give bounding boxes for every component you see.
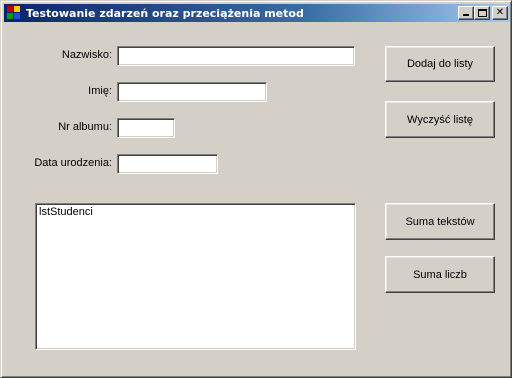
title-bar[interactable]: Testowanie zdarzeń oraz przeciążenia met…	[4, 4, 510, 22]
app-icon-cell	[7, 13, 13, 19]
sum-texts-button[interactable]: Suma tekstów	[385, 203, 495, 240]
close-button[interactable]: ✕	[492, 6, 508, 20]
window-title: Testowanie zdarzeń oraz przeciążenia met…	[26, 6, 304, 20]
first-name-label: Imię:	[88, 85, 112, 97]
maximize-icon	[478, 9, 487, 17]
birth-date-label: Data urodzenia:	[34, 157, 112, 169]
app-icon-cell	[7, 6, 13, 12]
surname-field[interactable]	[117, 46, 355, 66]
app-icon-cell	[14, 13, 20, 19]
minimize-icon	[463, 14, 469, 16]
add-to-list-button[interactable]: Dodaj do listy	[385, 46, 495, 82]
clear-list-button[interactable]: Wyczyść listę	[385, 101, 495, 138]
application-icon[interactable]	[6, 5, 22, 21]
list-item[interactable]: lstStudenci	[39, 206, 352, 218]
app-icon-cell	[14, 6, 20, 12]
album-number-label: Nr albumu:	[58, 121, 112, 133]
maximize-button[interactable]	[474, 6, 490, 20]
caption-buttons: ✕	[458, 6, 508, 20]
minimize-button[interactable]	[458, 6, 474, 20]
surname-label: Nazwisko:	[61, 49, 112, 61]
album-number-field[interactable]	[117, 118, 175, 138]
sum-numbers-button[interactable]: Suma liczb	[385, 256, 495, 293]
close-icon: ✕	[495, 7, 505, 18]
first-name-field[interactable]	[117, 82, 267, 102]
students-listbox[interactable]: lstStudenci	[35, 203, 356, 350]
birth-date-field[interactable]	[117, 154, 218, 174]
main-window: Testowanie zdarzeń oraz przeciążenia met…	[0, 0, 512, 378]
